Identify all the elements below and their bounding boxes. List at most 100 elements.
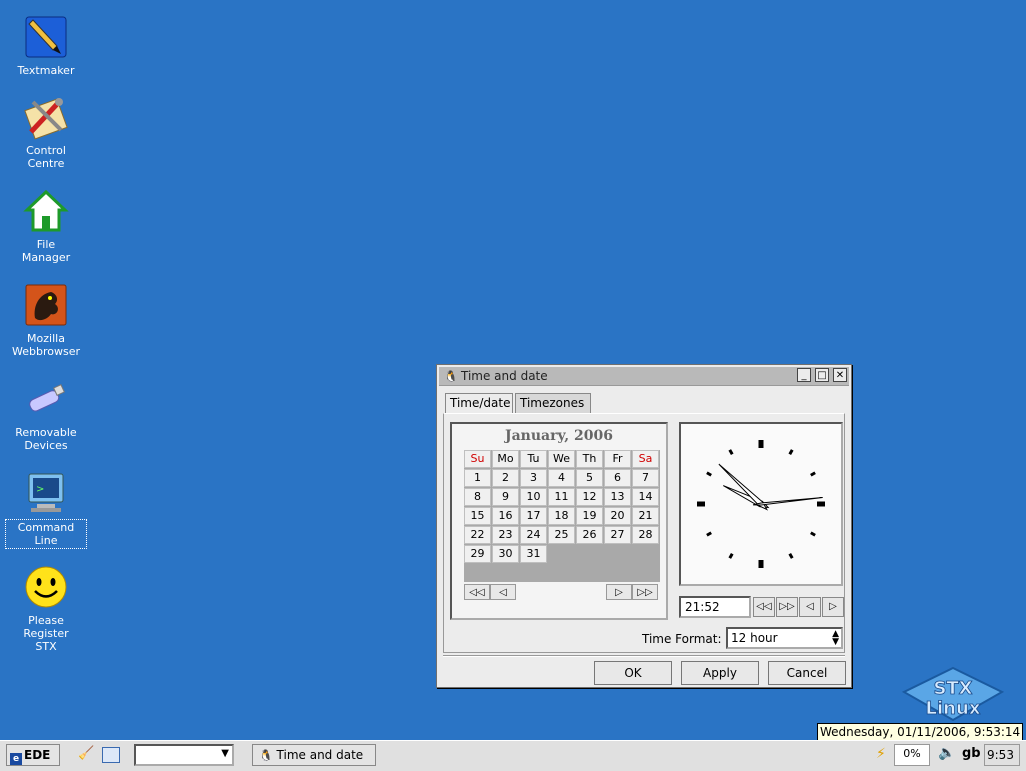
desktop-icon-label: Mozilla [27, 332, 65, 345]
desktop-icon-label: Line [34, 534, 58, 547]
calendar-day[interactable]: 31 [520, 545, 547, 563]
clock-hour-mark [788, 553, 794, 559]
time-back-hour-button[interactable]: ◁◁ [753, 597, 775, 617]
volume-icon[interactable]: 🔈 [938, 745, 955, 761]
calendar-day[interactable]: 28 [632, 526, 659, 544]
task-time-and-date[interactable]: 🐧 Time and date [252, 744, 376, 766]
calendar-day[interactable]: 22 [464, 526, 491, 544]
clock-hour-mark [810, 531, 816, 537]
desktop-icon-command-line[interactable]: > Command Line [5, 470, 87, 549]
analog-clock [679, 422, 843, 586]
weekday-header: Fr [604, 450, 631, 468]
clock-hour-mark [706, 531, 712, 537]
calendar-day[interactable]: 27 [604, 526, 631, 544]
clock-hour-mark [758, 560, 764, 568]
ok-button[interactable]: OK [594, 661, 672, 685]
ede-logo-icon: e [10, 753, 22, 765]
calendar-day[interactable]: 14 [632, 488, 659, 506]
desktop-icon-label: Register [23, 627, 69, 640]
smiley-icon [25, 566, 67, 608]
next-month-button[interactable]: ▷ [606, 584, 632, 600]
desktop-icon-label: Centre [27, 157, 65, 170]
calendar-day[interactable]: 11 [548, 488, 575, 506]
time-date-panel: January, 2006 Su Mo Tu We Th Fr Sa 1 2 3 4 5 6 7 8 9 10 1… [443, 413, 845, 653]
calendar-day[interactable]: 18 [548, 507, 575, 525]
time-input[interactable]: 21:52 [679, 596, 751, 618]
usb-drive-icon [29, 384, 65, 412]
calendar-day[interactable]: 9 [492, 488, 519, 506]
svg-text:>: > [36, 484, 44, 495]
calendar-day[interactable]: 30 [492, 545, 519, 563]
clock-face [697, 440, 825, 568]
desktop-icon-label: Command [17, 521, 75, 534]
weekday-header: Tu [520, 450, 547, 468]
prev-year-button[interactable]: ◁◁ [464, 584, 490, 600]
calendar-day[interactable]: 24 [520, 526, 547, 544]
calendar-day[interactable]: 8 [464, 488, 491, 506]
next-year-button[interactable]: ▷▷ [632, 584, 658, 600]
weekday-header: Mo [492, 450, 519, 468]
prev-month-button[interactable]: ◁ [490, 584, 516, 600]
calendar-day[interactable]: 20 [604, 507, 631, 525]
weekday-header: We [548, 450, 575, 468]
desktop-icon-label: STX [35, 640, 57, 653]
window-titlebar[interactable]: 🐧 Time and date _ □ ✕ [439, 367, 849, 386]
taskbar-clock[interactable]: 9:53 [984, 744, 1020, 766]
calendar-day[interactable]: 26 [576, 526, 603, 544]
calendar-day[interactable]: 19 [576, 507, 603, 525]
calendar-day[interactable]: 3 [520, 469, 547, 487]
cpu-percent: 0% [903, 747, 921, 760]
desktop-icon-removable-devices[interactable]: Removable Devices [6, 376, 86, 452]
terminal-icon: > [28, 473, 64, 512]
tab-timezones[interactable]: Timezones [515, 393, 591, 413]
tab-time-date[interactable]: Time/date [445, 393, 513, 414]
time-format-select[interactable]: 12 hour ▲ ▼ [726, 627, 843, 649]
apply-button[interactable]: Apply [681, 661, 759, 685]
calendar-day[interactable]: 6 [604, 469, 631, 487]
calendar-day[interactable]: 2 [492, 469, 519, 487]
keyboard-layout[interactable]: gb [962, 746, 981, 761]
calendar-day[interactable]: 5 [576, 469, 603, 487]
time-format-value: 12 hour [731, 631, 778, 645]
minimize-button[interactable]: _ [797, 368, 811, 382]
calendar-day[interactable]: 12 [576, 488, 603, 506]
taskbar: e EDE 🧹 ▼ 🐧 Time and date ⚡ 0% 🔈 gb 9:53 [0, 740, 1026, 771]
calendar-day[interactable]: 25 [548, 526, 575, 544]
desktop-icon-mozilla[interactable]: Mozilla Webbrowser [6, 282, 86, 358]
time-forward-minute-button[interactable]: ▷ [822, 597, 844, 617]
close-button[interactable]: ✕ [833, 368, 847, 382]
show-desktop-icon[interactable] [102, 747, 120, 763]
time-forward-hour-button[interactable]: ▷▷ [776, 597, 798, 617]
desktop-icon-textmaker[interactable]: Textmaker [6, 14, 86, 77]
calendar-day[interactable]: 13 [604, 488, 631, 506]
calendar-day[interactable]: 15 [464, 507, 491, 525]
calendar-day[interactable]: 10 [520, 488, 547, 506]
calendar: January, 2006 Su Mo Tu We Th Fr Sa 1 2 3 4 5 6 7 8 9 10 1… [450, 422, 668, 620]
start-menu-button[interactable]: e EDE [6, 744, 60, 766]
double-right-arrow-icon: ▷▷ [637, 587, 653, 598]
calendar-day[interactable]: 29 [464, 545, 491, 563]
quick-launch-cleanup-icon[interactable]: 🧹 [78, 746, 96, 764]
desktop-icon-file-manager[interactable]: File Manager [6, 188, 86, 264]
time-back-minute-button[interactable]: ◁ [799, 597, 821, 617]
cancel-button[interactable]: Cancel [768, 661, 846, 685]
calendar-day[interactable]: 23 [492, 526, 519, 544]
workspace-select[interactable]: ▼ [134, 744, 234, 766]
calendar-grid: Su Mo Tu We Th Fr Sa 1 2 3 4 5 6 7 8 9 10 11 12 13 14 15 16 17 1… [464, 450, 660, 582]
start-menu-label: EDE [24, 748, 51, 762]
maximize-icon: □ [817, 370, 827, 381]
desktop-icon-control-centre[interactable]: Control Centre [6, 94, 86, 170]
control-centre-icon [24, 98, 68, 140]
textmaker-icon [25, 16, 67, 58]
calendar-day[interactable]: 4 [548, 469, 575, 487]
logo-text-stx: STX [933, 678, 972, 699]
calendar-day[interactable]: 1 [464, 469, 491, 487]
desktop-icon-label: Please [28, 614, 64, 627]
calendar-day[interactable]: 21 [632, 507, 659, 525]
calendar-day[interactable]: 7 [632, 469, 659, 487]
calendar-day[interactable]: 16 [492, 507, 519, 525]
maximize-button[interactable]: □ [815, 368, 829, 382]
calendar-day[interactable]: 17 [520, 507, 547, 525]
desktop-icon-register[interactable]: Please Register STX [6, 564, 86, 653]
clock-hour-mark [758, 440, 764, 448]
